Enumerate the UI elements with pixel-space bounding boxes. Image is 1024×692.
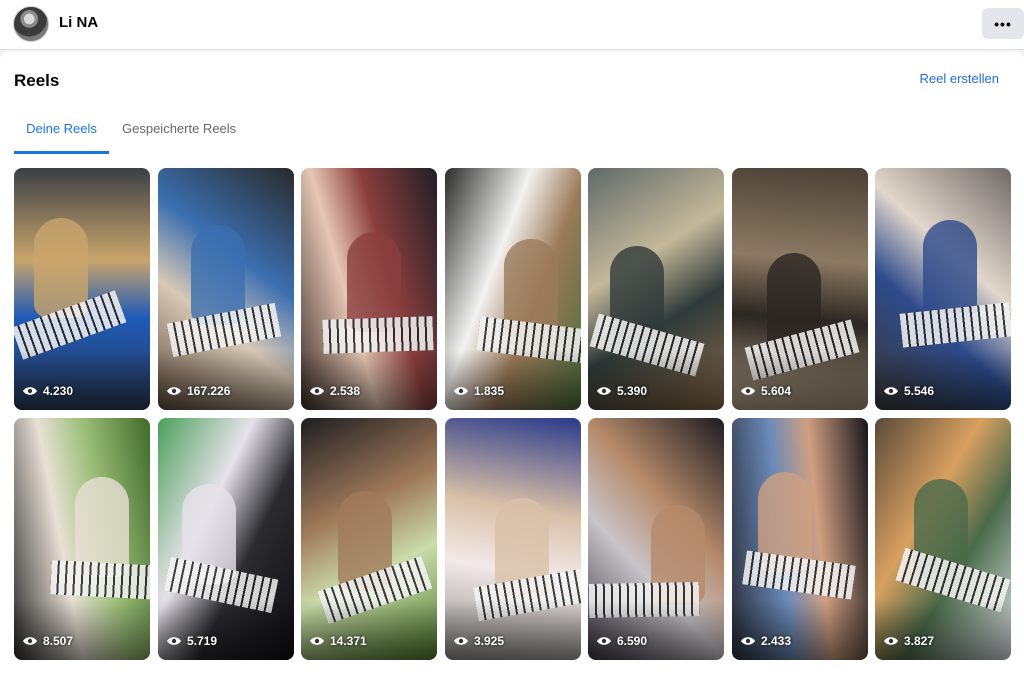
reel-overlay <box>445 350 581 410</box>
section-title: Reels <box>14 71 60 90</box>
tab-saved-reels[interactable]: Gespeicherte Reels <box>122 120 237 154</box>
view-count-value: 14.371 <box>330 634 367 648</box>
tab-label: Deine Reels <box>26 121 97 136</box>
more-options-button[interactable]: ••• <box>982 8 1024 39</box>
reel-thumbnail-figure <box>923 220 977 320</box>
reel-card[interactable]: 5.390 <box>588 168 724 410</box>
eye-icon <box>884 637 898 645</box>
view-count-value: 3.827 <box>904 634 935 648</box>
reel-thumbnail-keyboard <box>322 316 434 354</box>
eye-icon <box>741 637 755 645</box>
top-bar: Li NA ••• <box>0 0 1024 50</box>
view-count-value: 1.835 <box>474 384 505 398</box>
reel-card[interactable]: 5.719 <box>158 418 294 660</box>
user-name[interactable]: Li NA <box>59 14 98 31</box>
view-count: 5.604 <box>740 384 791 398</box>
eye-icon <box>741 387 755 395</box>
reel-overlay <box>588 350 724 410</box>
eye-icon <box>454 637 468 645</box>
reel-thumbnail-keyboard <box>742 550 856 600</box>
eye-icon <box>597 387 611 395</box>
reel-card[interactable]: 14.371 <box>301 418 437 660</box>
create-reel-link[interactable]: Reel erstellen <box>920 71 1000 86</box>
reel-card[interactable]: 6.590 <box>588 418 724 660</box>
view-count: 2.433 <box>740 634 791 648</box>
reel-thumbnail-keyboard <box>50 560 150 600</box>
view-count: 1.835 <box>453 384 504 398</box>
eye-icon <box>310 637 324 645</box>
reel-overlay <box>588 600 724 660</box>
reel-overlay <box>158 350 294 410</box>
reel-overlay <box>875 350 1011 410</box>
reels-panel: Reels Reel erstellen Deine Reels Gespeic… <box>0 52 1024 692</box>
reel-overlay <box>14 350 150 410</box>
eye-icon <box>23 637 37 645</box>
view-count-value: 5.604 <box>761 384 792 398</box>
reel-card[interactable]: 5.604 <box>732 168 868 410</box>
reel-card[interactable]: 8.507 <box>14 418 150 660</box>
eye-icon <box>597 637 611 645</box>
reel-overlay <box>158 600 294 660</box>
view-count: 4.230 <box>22 384 73 398</box>
reel-overlay <box>301 350 437 410</box>
reel-overlay <box>875 600 1011 660</box>
view-count: 14.371 <box>309 634 367 648</box>
reel-overlay <box>445 600 581 660</box>
view-count-value: 6.590 <box>617 634 648 648</box>
view-count: 6.590 <box>596 634 647 648</box>
view-count: 5.546 <box>883 384 934 398</box>
view-count-value: 4.230 <box>43 384 74 398</box>
view-count-value: 5.546 <box>904 384 935 398</box>
reel-card[interactable]: 5.546 <box>875 168 1011 410</box>
reel-overlay <box>732 600 868 660</box>
view-count-value: 8.507 <box>43 634 74 648</box>
view-count-value: 2.538 <box>330 384 361 398</box>
view-count-value: 5.390 <box>617 384 648 398</box>
view-count-value: 3.925 <box>474 634 505 648</box>
reel-card[interactable]: 167.226 <box>158 168 294 410</box>
view-count-value: 167.226 <box>187 384 231 398</box>
eye-icon <box>884 387 898 395</box>
view-count-value: 2.433 <box>761 634 792 648</box>
reel-overlay <box>14 600 150 660</box>
reel-card[interactable]: 2.433 <box>732 418 868 660</box>
tab-your-reels[interactable]: Deine Reels <box>14 120 109 154</box>
view-count: 5.719 <box>166 634 217 648</box>
view-count: 167.226 <box>166 384 230 398</box>
reel-card[interactable]: 4.230 <box>14 168 150 410</box>
view-count-value: 5.719 <box>187 634 218 648</box>
tab-label: Gespeicherte Reels <box>122 121 237 136</box>
reel-card[interactable]: 3.925 <box>445 418 581 660</box>
reel-card[interactable]: 1.835 <box>445 168 581 410</box>
view-count: 3.925 <box>453 634 504 648</box>
eye-icon <box>23 387 37 395</box>
reel-overlay <box>301 600 437 660</box>
eye-icon <box>310 387 324 395</box>
reel-overlay <box>732 350 868 410</box>
eye-icon <box>167 387 181 395</box>
eye-icon <box>454 387 468 395</box>
reel-card[interactable]: 2.538 <box>301 168 437 410</box>
avatar[interactable] <box>13 6 49 42</box>
view-count: 5.390 <box>596 384 647 398</box>
reel-thumbnail-keyboard <box>899 302 1011 348</box>
view-count: 8.507 <box>22 634 73 648</box>
view-count: 3.827 <box>883 634 934 648</box>
more-horizontal-icon: ••• <box>994 15 1012 32</box>
reel-card[interactable]: 3.827 <box>875 418 1011 660</box>
eye-icon <box>167 637 181 645</box>
view-count: 2.538 <box>309 384 360 398</box>
